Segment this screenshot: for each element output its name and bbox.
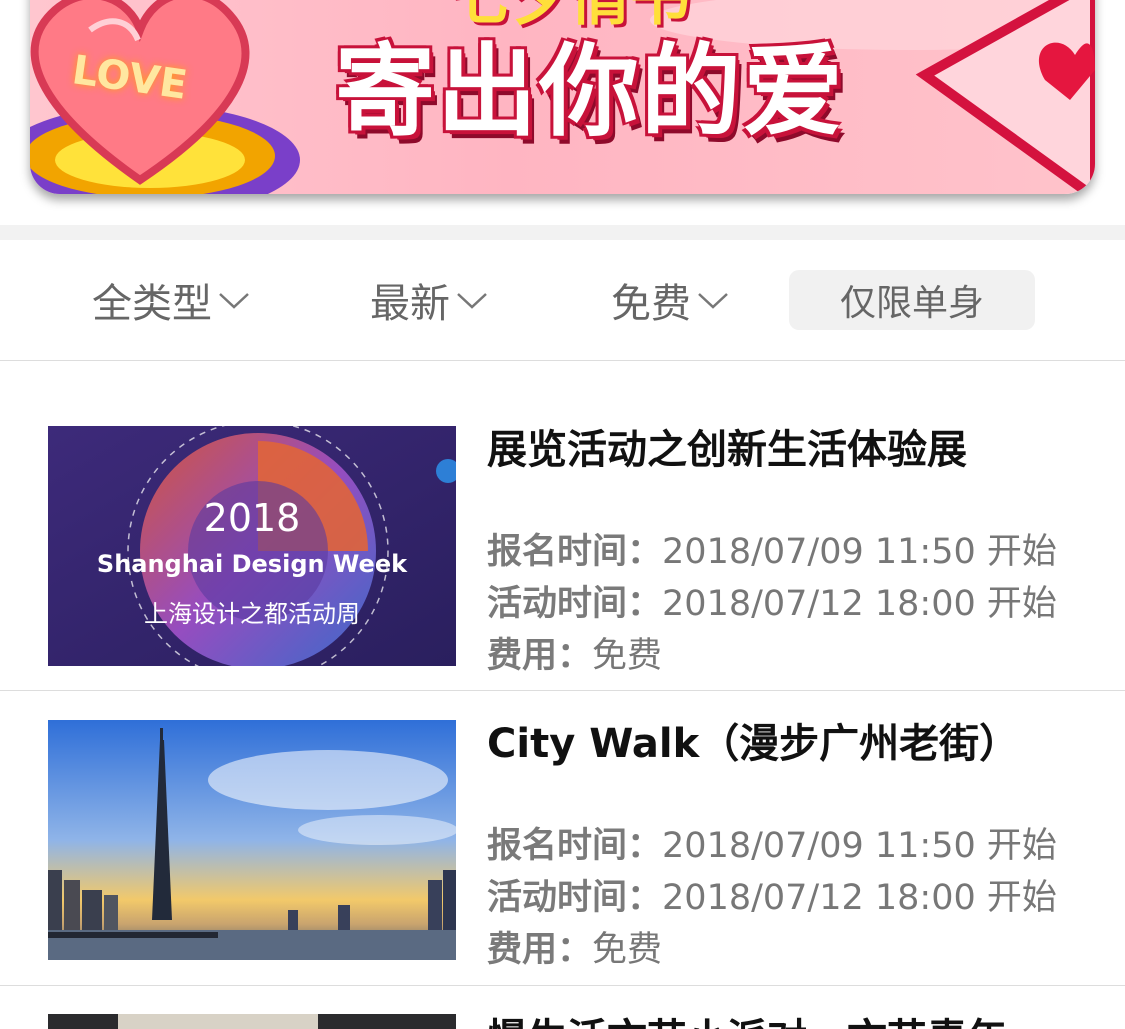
chevron-down-icon — [219, 293, 249, 309]
list-item[interactable]: City Walk（漫步广州老街） 报名时间：2018/07/09 11:50 … — [0, 691, 1125, 985]
section-divider — [0, 225, 1125, 240]
filter-sort-label: 最新 — [370, 281, 450, 327]
event-time-value: 2018/07/12 18:00 开始 — [662, 584, 1057, 624]
fee-label: 费用 — [487, 636, 558, 676]
filter-type-label: 全类型 — [92, 281, 212, 327]
signup-time-label: 报名时间 — [487, 532, 628, 572]
event-meta: 报名时间：2018/07/09 11:50 开始 活动时间：2018/07/12… — [487, 532, 1057, 676]
signup-time-label: 报名时间 — [487, 826, 628, 866]
filter-fee[interactable]: 免费 — [611, 270, 729, 330]
filter-type[interactable]: 全类型 — [92, 270, 250, 330]
filter-singles-only[interactable]: 仅限单身 — [789, 270, 1035, 330]
signup-time-value: 2018/07/09 11:50 开始 — [662, 532, 1057, 572]
fee-value: 免费 — [592, 636, 663, 676]
thumb-english: Shanghai Design Week — [96, 550, 408, 578]
list-item[interactable]: 慢生活文艺小派对，文艺青年 — [0, 986, 1125, 1029]
filter-bar: 全类型 最新 免费 仅限单身 — [0, 240, 1125, 361]
chevron-down-icon — [698, 293, 728, 309]
fee-label: 费用 — [487, 930, 558, 970]
event-thumbnail — [48, 1014, 456, 1029]
event-title[interactable]: 展览活动之创新生活体验展 — [487, 417, 967, 475]
thumb-year: 2018 — [203, 496, 301, 540]
filter-sort[interactable]: 最新 — [370, 270, 488, 330]
filter-fee-label: 免费 — [611, 281, 691, 327]
promo-banner[interactable]: 七夕情书 LOVE 寄出你的爱 — [30, 0, 1095, 194]
event-title[interactable]: 慢生活文艺小派对，文艺青年 — [487, 1006, 1007, 1029]
event-meta: 报名时间：2018/07/09 11:50 开始 活动时间：2018/07/12… — [487, 826, 1057, 970]
event-time-label: 活动时间 — [487, 584, 628, 624]
list-item[interactable]: 2018 Shanghai Design Week 上海设计之都活动周 展览活动… — [0, 361, 1125, 691]
event-time-label: 活动时间 — [487, 878, 628, 918]
fee-value: 免费 — [592, 930, 663, 970]
banner-subtitle: 七夕情书 — [450, 0, 690, 37]
signup-time-value: 2018/07/09 11:50 开始 — [662, 826, 1057, 866]
thumb-chinese: 上海设计之都活动周 — [144, 600, 360, 628]
event-title[interactable]: City Walk（漫步广州老街） — [487, 711, 1019, 769]
event-thumbnail — [48, 720, 456, 960]
event-thumbnail: 2018 Shanghai Design Week 上海设计之都活动周 — [48, 426, 456, 666]
event-time-value: 2018/07/12 18:00 开始 — [662, 878, 1057, 918]
chevron-down-icon — [457, 293, 487, 309]
banner-headline: 寄出你的爱 — [335, 33, 845, 150]
